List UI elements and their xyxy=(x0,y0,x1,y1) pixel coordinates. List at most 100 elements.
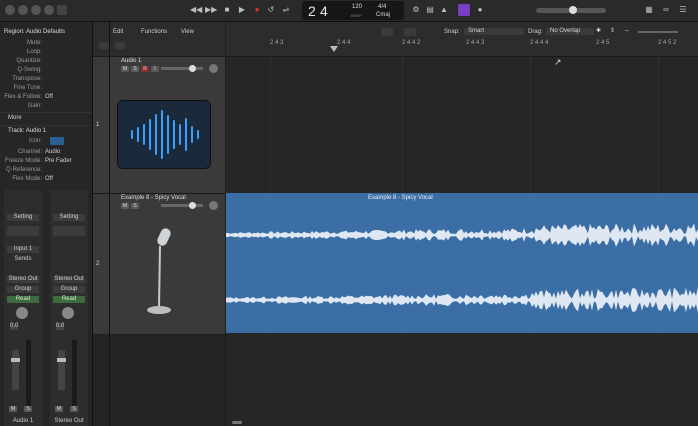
mixer-icon[interactable] xyxy=(44,5,54,15)
functions-menu[interactable]: Functions xyxy=(141,29,167,36)
waveform-zoom-icon[interactable]: ✱ xyxy=(596,28,601,35)
track-solo-button[interactable]: S xyxy=(131,66,139,72)
setting-button[interactable]: Setting xyxy=(7,214,39,221)
notes-icon[interactable]: ▦ xyxy=(643,4,655,16)
volume-fader[interactable] xyxy=(57,350,66,390)
eq-display[interactable] xyxy=(7,226,39,236)
track-volume-slider[interactable] xyxy=(161,202,203,209)
track-header-1[interactable]: Audio 1 M S R I 1 xyxy=(93,57,225,194)
group-slot[interactable]: Group xyxy=(53,286,85,293)
global-tracks-button[interactable] xyxy=(115,42,125,49)
record-icon[interactable]: ● xyxy=(251,4,263,16)
ruler-mark: 2 4 5 xyxy=(596,40,610,46)
metronome-icon[interactable]: ▲ xyxy=(438,4,450,16)
sample-rate-icon[interactable]: ● xyxy=(474,4,486,16)
horizontal-scrollbar[interactable] xyxy=(232,421,242,424)
inspector-row[interactable]: Mute: xyxy=(0,39,92,48)
region-section-header[interactable]: Region: Audio Defaults xyxy=(4,29,65,36)
loops-icon[interactable]: ∞ xyxy=(660,4,672,16)
fader-cap[interactable] xyxy=(57,358,66,362)
browser-icon[interactable]: ☰ xyxy=(677,4,689,16)
track-solo-button[interactable]: S xyxy=(131,203,139,209)
track-pan-knob[interactable] xyxy=(209,64,218,73)
track-section[interactable]: Track: Audio 1 xyxy=(0,125,92,137)
inspector-row[interactable]: Icon: xyxy=(0,137,92,146)
fast-forward-icon[interactable]: ▶▶ xyxy=(205,4,217,16)
stop-icon[interactable]: ■ xyxy=(221,4,233,16)
more-section[interactable]: More xyxy=(0,112,92,124)
track-headers-panel: Edit Functions View Audio 1 M S R I 1 Ex xyxy=(93,22,225,426)
count-in-icon[interactable]: ▤ xyxy=(424,4,436,16)
automation-read-button[interactable]: Read xyxy=(7,296,39,303)
mute-button[interactable]: M xyxy=(9,406,17,412)
inspector-row[interactable]: Freeze Mode: Pre Fader xyxy=(0,157,92,166)
inspector-row[interactable]: Flex & Follow: Off xyxy=(0,93,92,102)
inspector-row[interactable]: Channel: Audio xyxy=(0,148,92,157)
alt-tool-icon[interactable] xyxy=(404,28,416,36)
track-mute-button[interactable]: M xyxy=(121,203,129,209)
fader-cap[interactable] xyxy=(11,358,20,362)
inspector-row[interactable]: Gain: xyxy=(0,102,92,111)
add-track-button[interactable] xyxy=(99,42,109,49)
setting-button[interactable]: Setting xyxy=(53,214,85,221)
master-volume-slider[interactable] xyxy=(536,6,606,14)
solo-button[interactable]: S xyxy=(70,406,78,412)
playhead[interactable] xyxy=(109,22,110,426)
master-volume-knob[interactable] xyxy=(569,6,577,14)
ruler[interactable]: Snap: Smart Drag: No Overlap ✱ ⇕ ⇔ 2 4 3… xyxy=(226,22,698,57)
inspector-icon[interactable] xyxy=(18,5,28,15)
volume-knob[interactable] xyxy=(189,202,196,209)
inspector-row[interactable]: Fine Tune: xyxy=(0,84,92,93)
replace-icon[interactable]: ↺ xyxy=(265,4,277,16)
play-icon[interactable]: ▶ xyxy=(236,4,248,16)
track-input-monitor-button[interactable]: I xyxy=(151,66,159,72)
volume-fader[interactable] xyxy=(11,350,20,390)
zoom-slider[interactable] xyxy=(638,31,678,33)
drag-menu[interactable]: No Overlap xyxy=(546,28,594,35)
volume-knob[interactable] xyxy=(189,65,196,72)
edit-menu[interactable]: Edit xyxy=(113,29,123,36)
track-volume-slider[interactable] xyxy=(161,65,203,72)
playhead-handle-icon[interactable] xyxy=(330,46,338,52)
output-slot[interactable]: Stereo Out xyxy=(53,276,85,283)
vertical-zoom-icon[interactable]: ⇕ xyxy=(610,28,615,35)
inspector-row[interactable]: Flex Mode: Off xyxy=(0,175,92,184)
pan-knob[interactable] xyxy=(16,307,28,319)
output-slot[interactable]: Stereo Out xyxy=(7,276,39,283)
editors-icon[interactable] xyxy=(57,5,67,15)
rewind-icon[interactable]: ◀◀ xyxy=(190,4,202,16)
eq-display[interactable] xyxy=(53,226,85,236)
track-pan-knob[interactable] xyxy=(209,201,218,210)
track-mute-button[interactable]: M xyxy=(121,66,129,72)
tracks-area[interactable]: Snap: Smart Drag: No Overlap ✱ ⇕ ⇔ 2 4 3… xyxy=(226,22,698,426)
track-icon-thumbnail-icon[interactable] xyxy=(50,137,64,145)
inspector-row[interactable]: Quantize: xyxy=(0,57,92,66)
master-volume-plugin-icon[interactable] xyxy=(458,4,470,16)
smart-controls-icon[interactable] xyxy=(31,5,41,15)
inspector-row[interactable]: Loop: xyxy=(0,48,92,57)
lcd-display[interactable]: 2 4 120 KEEP 4/4 Cmaj xyxy=(302,1,404,20)
snap-menu[interactable]: Smart xyxy=(464,28,524,35)
pointer-tool-icon[interactable] xyxy=(381,28,393,36)
track-name[interactable]: Example 8 - Spicy Vocal xyxy=(121,195,186,202)
group-slot[interactable]: Group xyxy=(7,286,39,293)
library-icon[interactable] xyxy=(5,5,15,15)
track-header-2[interactable]: Example 8 - Spicy Vocal M S 2 xyxy=(93,194,225,335)
view-menu[interactable]: View xyxy=(181,29,194,36)
horizontal-zoom-icon[interactable]: ⇔ xyxy=(624,28,630,35)
tuner-icon[interactable]: ⚙ xyxy=(410,4,422,16)
track-name[interactable]: Audio 1 xyxy=(121,58,141,65)
empty-track-area[interactable] xyxy=(93,334,225,426)
pan-knob[interactable] xyxy=(62,307,74,319)
input-slot[interactable]: Input 1 xyxy=(7,246,39,253)
inspector-row[interactable]: Q-Swing: xyxy=(0,66,92,75)
inspector-row[interactable]: Q-Reference: xyxy=(0,166,92,175)
mute-button[interactable]: M xyxy=(55,406,63,412)
solo-button[interactable]: S xyxy=(24,406,32,412)
cycle-icon[interactable]: ⇌ xyxy=(280,4,292,16)
track-record-button[interactable]: R xyxy=(141,66,149,72)
inspector-row[interactable]: Transpose: xyxy=(0,75,92,84)
automation-read-button[interactable]: Read xyxy=(53,296,85,303)
audio-region[interactable]: Example 8 - Spicy Vocal xyxy=(226,193,698,333)
empty-lane-area[interactable] xyxy=(226,334,698,426)
